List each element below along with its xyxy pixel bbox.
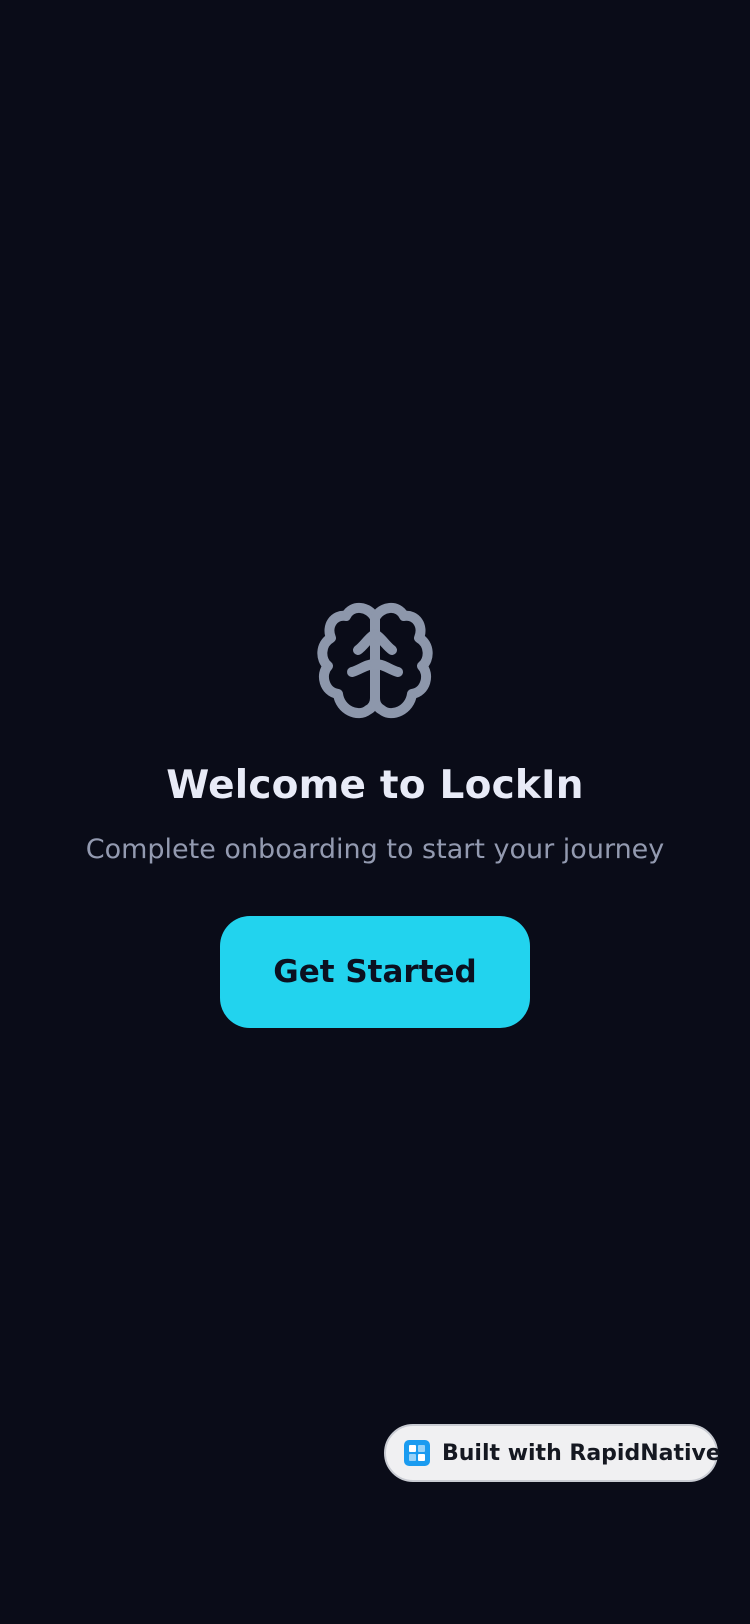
welcome-title: Welcome to LockIn <box>166 763 584 808</box>
built-with-rapidnative-badge[interactable]: Built with RapidNative <box>384 1424 721 1482</box>
badge-label: Built with RapidNative <box>442 1440 721 1466</box>
get-started-button[interactable]: Get Started <box>220 916 530 1028</box>
onboarding-screen: Welcome to LockIn Complete onboarding to… <box>0 0 750 1624</box>
brain-icon <box>312 598 438 724</box>
rapidnative-logo-icon <box>404 1440 430 1466</box>
welcome-subtitle: Complete onboarding to start your journe… <box>85 834 665 865</box>
